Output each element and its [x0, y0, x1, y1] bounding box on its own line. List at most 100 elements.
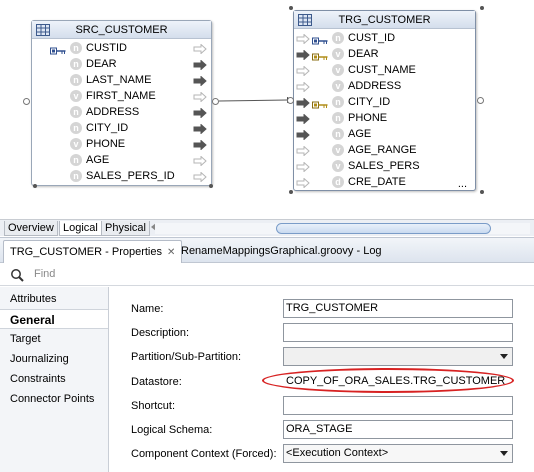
input-arrow-icon[interactable]	[296, 81, 310, 93]
resize-handle[interactable]	[289, 6, 293, 10]
tab-properties[interactable]: TRG_CUSTOMER - Properties ✕	[3, 240, 183, 263]
nav-item-constraints[interactable]: Constraints	[0, 369, 108, 389]
attribute-row[interactable]: n ADDRESS	[32, 104, 211, 120]
attribute-row[interactable]: n AGE	[294, 126, 475, 142]
nav-item-attributes[interactable]: Attributes	[0, 289, 108, 309]
description-label: Description:	[131, 327, 190, 339]
horizontal-scrollbar[interactable]	[155, 223, 530, 234]
nav-item-general[interactable]: General	[0, 309, 108, 329]
attribute-row[interactable]: n CUST_ID	[294, 30, 475, 46]
target-input-port[interactable]	[287, 97, 294, 104]
general-properties-form: Name: TRG_CUSTOMER Description: Partitio…	[110, 287, 534, 472]
nav-item-connector-points[interactable]: Connector Points	[0, 389, 108, 409]
resize-handle[interactable]	[289, 190, 293, 194]
attribute-name: CITY_ID	[86, 122, 129, 134]
attribute-name: CUSTID	[86, 42, 127, 54]
tab-logical[interactable]: Logical	[59, 221, 102, 236]
table-icon	[298, 14, 312, 26]
attribute-row[interactable]: n CUSTID	[32, 40, 211, 56]
source-datastore[interactable]: SRC_CUSTOMER n CUSTID n DEAR n LAST_NAME v FIRS…	[31, 20, 212, 186]
attribute-row[interactable]: n LAST_NAME	[32, 72, 211, 88]
partition-dropdown[interactable]	[283, 347, 513, 366]
attribute-row[interactable]: v FIRST_NAME	[32, 88, 211, 104]
datatype-icon: n	[70, 106, 82, 118]
mapping-connector-line[interactable]	[219, 96, 295, 104]
editor-tab-strip: Overview Logical Physical	[0, 219, 534, 236]
tab-log[interactable]: RenameMappingsGraphical.groovy - Log	[175, 240, 388, 263]
find-input[interactable]: Find	[34, 268, 55, 280]
source-output-port[interactable]	[212, 98, 219, 105]
name-field[interactable]: TRG_CUSTOMER	[283, 299, 513, 318]
attribute-row[interactable]: n SALES_PERS_ID	[32, 168, 211, 184]
source-input-port[interactable]	[23, 98, 30, 105]
attribute-row[interactable]: v AGE_RANGE	[294, 142, 475, 158]
nav-item-target[interactable]: Target	[0, 329, 108, 349]
output-arrow-icon[interactable]	[193, 171, 207, 183]
tab-overview[interactable]: Overview	[4, 221, 58, 236]
datastore-field[interactable]: COPY_OF_ORA_SALES.TRG_CUSTOMER	[283, 372, 513, 391]
input-arrow-icon[interactable]	[296, 113, 310, 125]
panel-tab-bar: TRG_CUSTOMER - Properties ✕ RenameMapping…	[0, 237, 534, 263]
attribute-row[interactable]: n PHONE	[294, 110, 475, 126]
attribute-name: PHONE	[86, 138, 126, 150]
mapping-canvas[interactable]: SRC_CUSTOMER n CUSTID n DEAR n LAST_NAME v FIRS…	[0, 0, 534, 218]
output-arrow-icon[interactable]	[193, 155, 207, 167]
tab-physical[interactable]: Physical	[101, 221, 150, 236]
datatype-icon: n	[70, 42, 82, 54]
attribute-row[interactable]: v PHONE	[32, 136, 211, 152]
attribute-name: ADDRESS	[348, 80, 402, 92]
attribute-row[interactable]: v DEAR	[294, 46, 475, 62]
attribute-name: SALES_PERS	[348, 160, 420, 172]
resize-handle[interactable]	[209, 184, 213, 188]
resize-handle[interactable]	[33, 184, 37, 188]
attribute-row[interactable]: v CUST_NAME	[294, 62, 475, 78]
component-context-dropdown[interactable]: <Execution Context>	[283, 444, 513, 463]
scrollbar-thumb[interactable]	[276, 223, 491, 234]
input-arrow-icon[interactable]	[296, 65, 310, 77]
chevron-down-icon[interactable]	[500, 354, 508, 359]
attribute-row[interactable]: v SALES_PERS	[294, 158, 475, 174]
shortcut-label: Shortcut:	[131, 400, 176, 412]
datatype-icon: v	[70, 138, 82, 150]
output-arrow-icon[interactable]	[193, 91, 207, 103]
resize-handle[interactable]	[480, 190, 484, 194]
nav-item-journalizing[interactable]: Journalizing	[0, 349, 108, 369]
target-output-port[interactable]	[477, 97, 484, 104]
attribute-row[interactable]: v ADDRESS	[294, 78, 475, 94]
chevron-down-icon[interactable]	[500, 451, 508, 456]
logical-schema-field[interactable]: ORA_STAGE	[283, 420, 513, 439]
datatype-icon: n	[332, 96, 344, 108]
output-arrow-icon[interactable]	[193, 59, 207, 71]
description-field[interactable]	[283, 323, 513, 342]
input-arrow-icon[interactable]	[296, 177, 310, 189]
attribute-row[interactable]: n CITY_ID	[32, 120, 211, 136]
more-attributes-indicator: ...	[457, 178, 467, 190]
datatype-icon: v	[332, 48, 344, 60]
target-datastore[interactable]: TRG_CUSTOMER n CUST_ID v DEAR v CUST_NAME v ADD…	[293, 10, 476, 191]
output-arrow-icon[interactable]	[193, 43, 207, 55]
datatype-icon: v	[332, 160, 344, 172]
input-arrow-icon[interactable]	[296, 49, 310, 61]
input-arrow-icon[interactable]	[296, 97, 310, 109]
input-arrow-icon[interactable]	[296, 33, 310, 45]
attribute-row[interactable]: n CITY_ID	[294, 94, 475, 110]
attribute-row[interactable]: n AGE	[32, 152, 211, 168]
resize-handle[interactable]	[480, 6, 484, 10]
datastore-label: Datastore:	[131, 376, 182, 388]
shortcut-field[interactable]	[283, 396, 513, 415]
output-arrow-icon[interactable]	[193, 139, 207, 151]
attribute-row[interactable]: d CRE_DATE	[294, 174, 475, 190]
output-arrow-icon[interactable]	[193, 75, 207, 87]
source-datastore-header[interactable]: SRC_CUSTOMER	[32, 21, 211, 39]
input-arrow-icon[interactable]	[296, 145, 310, 157]
input-arrow-icon[interactable]	[296, 129, 310, 141]
search-icon[interactable]	[10, 268, 25, 282]
datatype-icon: n	[70, 122, 82, 134]
output-arrow-icon[interactable]	[193, 107, 207, 119]
target-datastore-header[interactable]: TRG_CUSTOMER	[294, 11, 475, 29]
find-bar: Find	[0, 264, 534, 286]
output-arrow-icon[interactable]	[193, 123, 207, 135]
input-arrow-icon[interactable]	[296, 161, 310, 173]
datatype-icon: n	[332, 128, 344, 140]
attribute-row[interactable]: n DEAR	[32, 56, 211, 72]
